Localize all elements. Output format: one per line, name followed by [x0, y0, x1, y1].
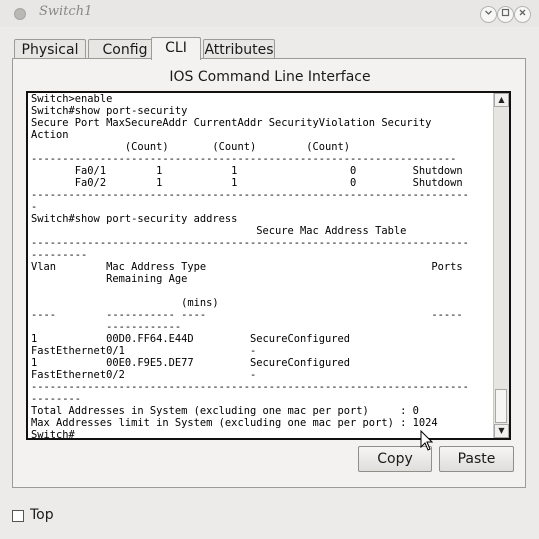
tab-physical[interactable]: Physical — [14, 39, 86, 59]
terminal-line: Fa0/1 1 1 0 Shutdown — [31, 165, 463, 177]
title-bar: Switch1 — [0, 0, 539, 27]
terminal-line: Switch#show port-security address — [31, 213, 238, 225]
top-checkbox-label: Top — [30, 507, 54, 523]
tab-attributes[interactable]: Attributes — [203, 39, 275, 59]
terminal-line: Secure Mac Address Table — [31, 225, 407, 237]
terminal-line: Secure Port MaxSecureAddr CurrentAddr Se… — [31, 117, 432, 129]
scrollbar-thumb[interactable] — [495, 389, 507, 423]
terminal-line: ----------------------------------------… — [31, 153, 457, 165]
terminal-line: 1 00D0.FF64.E44D SecureConfigured — [31, 333, 351, 345]
terminal-line: Vlan Mac Address Type Ports — [31, 261, 463, 273]
top-checkbox[interactable] — [12, 510, 24, 522]
terminal-line: (Count) (Count) (Count) — [31, 141, 351, 153]
tab-cli[interactable]: CLI — [151, 37, 201, 60]
terminal-line: 1 00E0.F9E5.DE77 SecureConfigured — [31, 357, 351, 369]
terminal-line: --------- — [31, 249, 88, 261]
arrow-down-icon: ▼ — [498, 426, 505, 435]
terminal-line: ----------------------------------------… — [31, 189, 469, 201]
terminal-line: FastEthernet0/1 - — [31, 345, 257, 357]
maximize-button[interactable] — [497, 6, 514, 23]
minimize-button[interactable] — [480, 6, 497, 23]
terminal-line: (mins) — [31, 297, 219, 309]
mouse-pointer-icon — [420, 429, 434, 456]
maximize-icon — [501, 8, 510, 20]
terminal[interactable]: Switch>enable Switch#show port-security Se… — [26, 91, 511, 440]
window-menu-icon[interactable] — [14, 8, 26, 20]
terminal-line: FastEthernet0/2 - — [31, 369, 257, 381]
cli-panel: IOS Command Line Interface Switch>enable… — [12, 58, 526, 488]
terminal-line: ------------ — [31, 321, 182, 333]
terminal-line: -------- — [31, 393, 82, 405]
terminal-line: Max Addresses limit in System (excluding… — [31, 417, 438, 429]
paste-button[interactable]: Paste — [439, 446, 514, 472]
terminal-line: - — [31, 201, 38, 213]
terminal-line: ---- ----------- ---- ----- — [31, 309, 463, 321]
terminal-line: Action — [31, 129, 69, 141]
terminal-line: Total Addresses in System (excluding one… — [31, 405, 419, 417]
terminal-line: ----------------------------------------… — [31, 237, 469, 249]
vertical-scrollbar[interactable]: ▲ ▼ — [493, 93, 509, 438]
panel-title: IOS Command Line Interface — [169, 69, 371, 85]
arrow-up-icon: ▲ — [498, 95, 505, 104]
window-title: Switch1 — [39, 4, 93, 19]
close-button[interactable] — [514, 6, 531, 23]
terminal-line: Remaining Age — [31, 273, 188, 285]
terminal-line: Switch>enable — [31, 93, 113, 105]
terminal-line: Switch#show port-security — [31, 105, 188, 117]
scroll-down-button[interactable]: ▼ — [494, 424, 509, 438]
terminal-line: Fa0/2 1 1 0 Shutdown — [31, 177, 463, 189]
terminal-line: ----------------------------------------… — [31, 381, 469, 393]
scroll-up-button[interactable]: ▲ — [494, 93, 509, 107]
minimize-icon — [484, 9, 493, 20]
terminal-output[interactable]: Switch>enable Switch#show port-security Se… — [31, 93, 493, 438]
close-icon — [518, 9, 527, 20]
